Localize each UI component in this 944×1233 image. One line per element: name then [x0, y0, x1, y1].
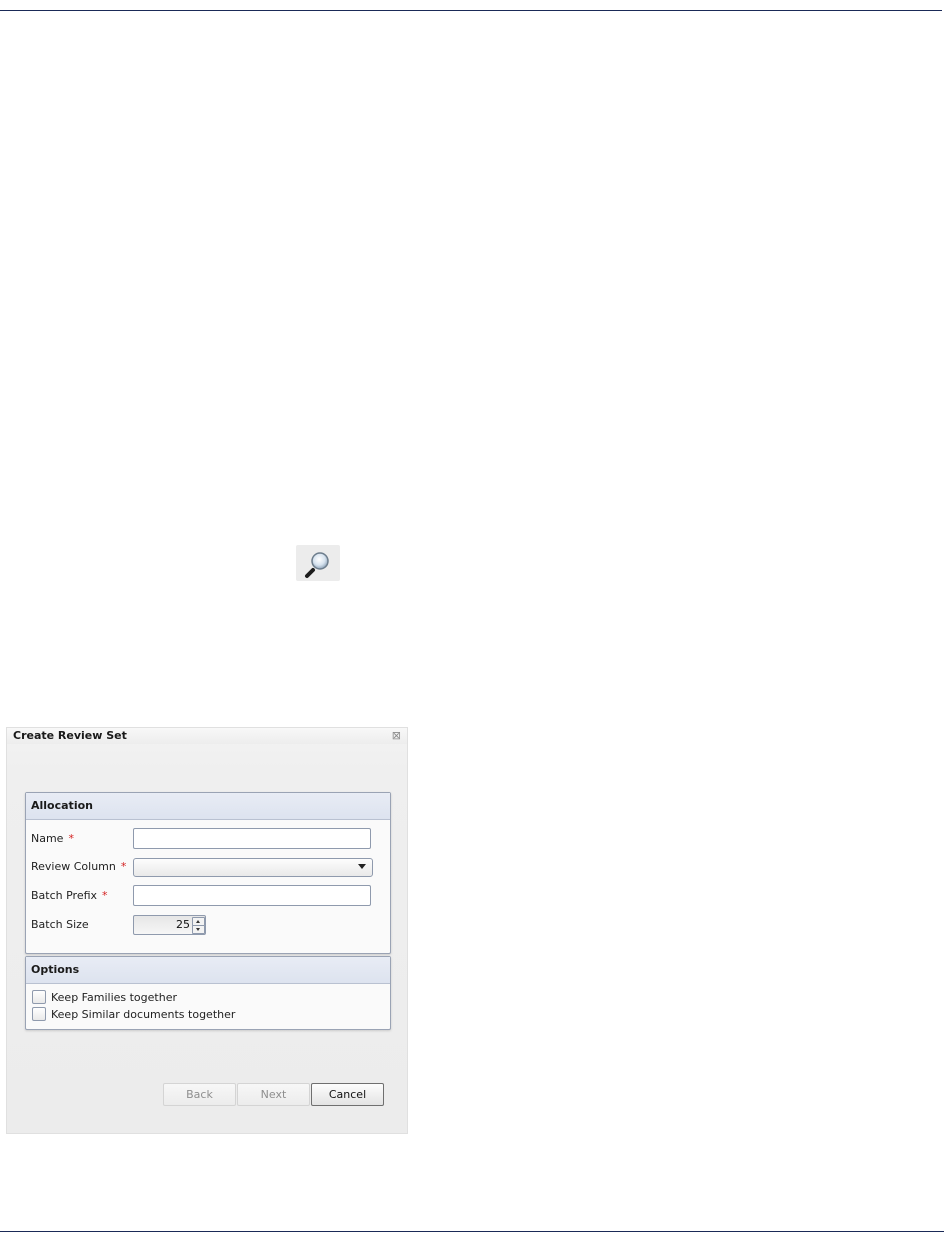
- next-button[interactable]: Next: [237, 1083, 310, 1106]
- options-heading: Options: [26, 957, 390, 984]
- batch-size-row: Batch Size: [31, 914, 89, 936]
- batch-size-value: 25: [176, 918, 190, 931]
- review-column-label: Review Column: [31, 860, 116, 873]
- options-group: Options Keep Families together Keep Simi…: [25, 956, 391, 1030]
- dialog-title: Create Review Set: [13, 729, 127, 742]
- batch-size-label: Batch Size: [31, 918, 89, 931]
- keep-families-checkbox[interactable]: [32, 990, 46, 1004]
- keep-similar-row: Keep Similar documents together: [32, 1007, 235, 1023]
- keep-similar-checkbox[interactable]: [32, 1007, 46, 1021]
- dialog-titlebar: Create Review Set ⊠: [7, 728, 407, 744]
- close-icon[interactable]: ⊠: [392, 729, 401, 742]
- name-required-marker: *: [68, 832, 74, 845]
- batch-prefix-required-marker: *: [102, 889, 108, 902]
- name-label: Name: [31, 832, 64, 845]
- review-column-select[interactable]: [133, 858, 373, 877]
- batch-prefix-input[interactable]: [133, 885, 371, 906]
- allocation-heading: Allocation: [26, 793, 390, 820]
- keep-families-label: Keep Families together: [51, 991, 177, 1004]
- name-row: Name *: [31, 828, 74, 850]
- batch-size-stepper[interactable]: 25: [133, 915, 206, 935]
- review-column-row: Review Column *: [31, 856, 126, 878]
- batch-prefix-label: Batch Prefix: [31, 889, 98, 902]
- batch-prefix-row: Batch Prefix *: [31, 885, 108, 907]
- page: Create Review Set ⊠ Allocation Name * Rev…: [0, 0, 944, 1233]
- back-button[interactable]: Back: [163, 1083, 236, 1106]
- create-review-set-dialog: Create Review Set ⊠ Allocation Name * Rev…: [6, 727, 408, 1134]
- top-rule: [0, 10, 942, 11]
- keep-similar-label: Keep Similar documents together: [51, 1008, 236, 1021]
- magnifier-icon[interactable]: [296, 545, 340, 581]
- cancel-button[interactable]: Cancel: [311, 1083, 384, 1106]
- stepper-buttons: [192, 917, 205, 934]
- review-column-required-marker: *: [120, 860, 127, 873]
- keep-families-row: Keep Families together: [32, 990, 177, 1006]
- stepper-down-icon[interactable]: [192, 925, 205, 934]
- chevron-down-icon: [358, 864, 366, 869]
- name-input[interactable]: [133, 828, 371, 849]
- allocation-group: Allocation Name * Review Column * Batch Pr…: [25, 792, 391, 954]
- bottom-rule: [0, 1231, 944, 1232]
